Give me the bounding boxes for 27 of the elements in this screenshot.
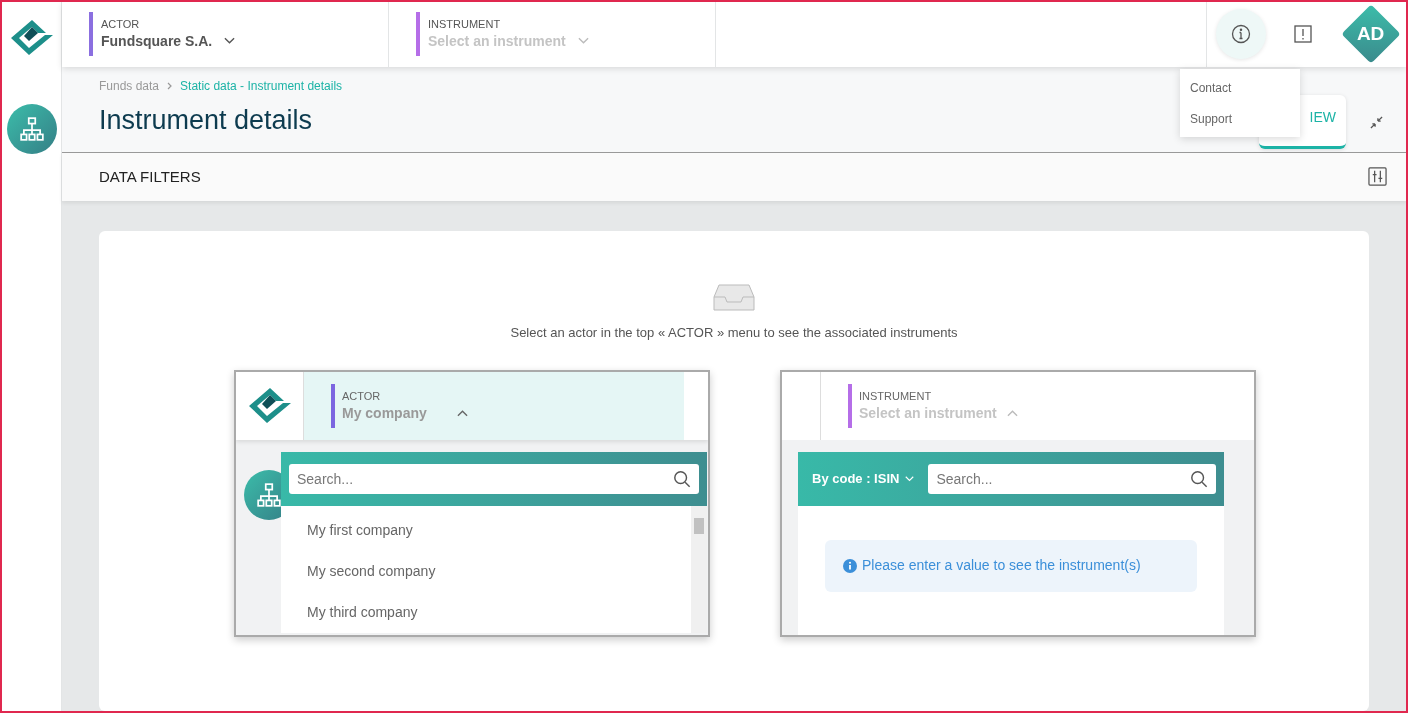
dropdown-option[interactable]: My second company (281, 550, 691, 592)
filter-settings-icon[interactable] (1368, 166, 1387, 186)
collapse-icon[interactable] (1369, 116, 1383, 130)
selector-dropdown[interactable]: INSTRUMENT Select an instrument (416, 12, 589, 57)
search-icon (673, 469, 691, 488)
empty-state-message: Select an actor in the top « ACTOR » menu to see the associated instruments (510, 324, 958, 342)
info-alert: Please enter a value to see the instrument(s) (825, 539, 1197, 592)
scrollbar[interactable] (691, 505, 707, 633)
chevron-icon (905, 475, 915, 482)
chevron-icon (577, 37, 589, 46)
page-title: Instrument details (99, 103, 313, 137)
selector-dropdown[interactable]: ACTOR Fundsquare S.A. (89, 12, 236, 57)
empty-inbox-icon (713, 281, 755, 313)
alert-icon (1293, 24, 1313, 45)
search-icon (1190, 469, 1208, 488)
hierarchy-nav-button[interactable] (6, 104, 57, 154)
chevron-icon (1006, 408, 1018, 417)
chevron-icon (224, 37, 236, 46)
info-button[interactable] (1216, 9, 1266, 60)
chevron-icon (456, 408, 468, 417)
hierarchy-icon (18, 116, 45, 142)
dropdown-option[interactable]: My third company (281, 591, 691, 633)
info-icon (1231, 24, 1251, 45)
dropdown-option[interactable]: My first company (281, 509, 691, 551)
info-icon (843, 558, 857, 573)
section-title: DATA FILTERS (99, 166, 201, 187)
chevron-right-icon (167, 81, 173, 90)
